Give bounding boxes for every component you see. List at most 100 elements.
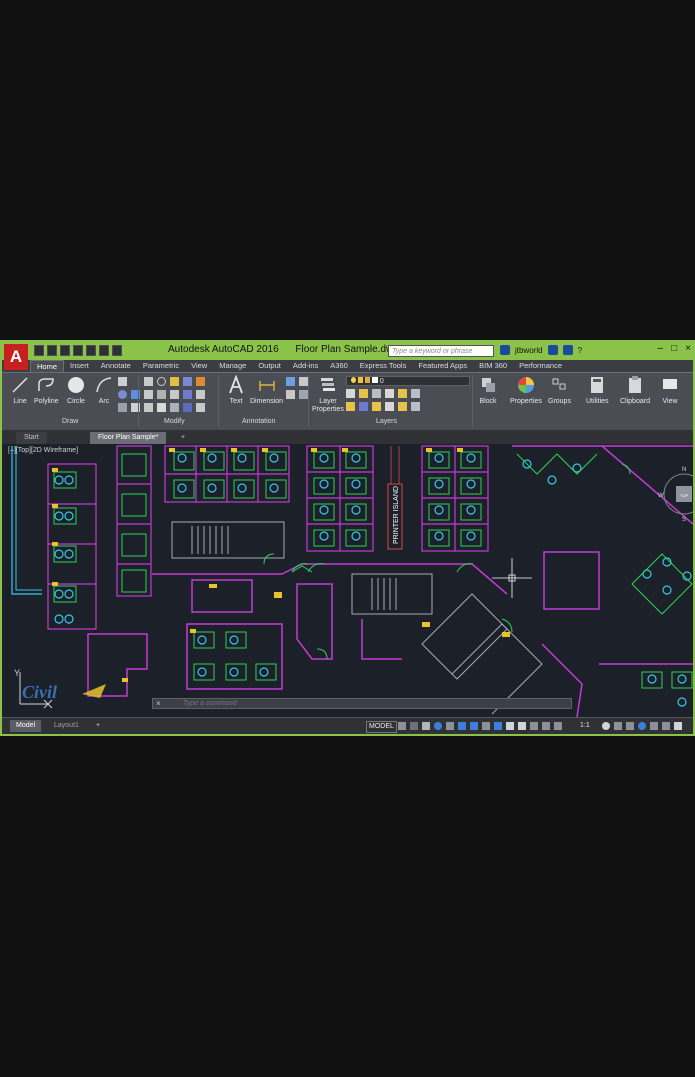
layer-tool-11-icon[interactable] [398,402,407,411]
open-icon[interactable] [47,345,57,356]
annotation-scale[interactable]: 1:1 [580,722,590,729]
block-button[interactable]: Block [478,375,498,406]
tab-annotate[interactable]: Annotate [95,360,137,372]
layer-dropdown[interactable]: 0 [346,376,470,386]
polar-icon[interactable] [434,722,442,730]
clean-screen-icon[interactable] [650,722,658,730]
new-icon[interactable] [34,345,44,356]
dimension-button[interactable]: Dimension [250,375,283,406]
explode-icon[interactable] [183,390,192,399]
lineweight-icon[interactable] [482,722,490,730]
tab-featured-apps[interactable]: Featured Apps [412,360,473,372]
ortho-icon[interactable] [422,722,430,730]
model-space-button[interactable]: MODEL [366,721,397,733]
leader-icon[interactable] [286,377,295,386]
redo-icon[interactable] [112,345,122,356]
boundary-icon[interactable] [118,403,127,412]
hatch-icon[interactable] [118,390,127,399]
plus-icon[interactable] [614,722,622,730]
plot-icon[interactable] [86,345,96,356]
hardware-acceleration-icon[interactable] [638,722,646,730]
erase-icon[interactable] [183,377,192,386]
tab-layout1[interactable]: Layout1 [48,720,85,732]
tab-parametric[interactable]: Parametric [137,360,185,372]
line-button[interactable]: Line [10,375,30,406]
quick-properties-icon[interactable] [554,722,562,730]
draw-panel-label[interactable]: Draw [62,418,78,425]
help-button[interactable]: ? [578,346,582,355]
copy-icon[interactable] [144,390,153,399]
groups-button[interactable]: Groups [548,375,571,406]
command-input[interactable] [183,699,543,708]
add-layout-button[interactable]: + [90,720,106,732]
rotate-icon[interactable] [157,377,166,386]
layer-tool-3-icon[interactable] [372,389,381,398]
tab-start[interactable]: Start [16,432,47,444]
tab-output[interactable]: Output [252,360,287,372]
join-icon[interactable] [183,403,192,412]
scale-icon[interactable] [157,403,166,412]
array-icon[interactable] [170,403,179,412]
polyline-button[interactable]: Polyline [34,375,59,406]
stretch-icon[interactable] [144,403,153,412]
fillet-icon[interactable] [170,390,179,399]
workspace-icon[interactable] [518,722,526,730]
tab-home[interactable]: Home [30,360,65,372]
table-dropdown-icon[interactable] [299,390,308,399]
leader-dropdown-icon[interactable] [299,377,308,386]
viewport-controls[interactable]: [–][Top][2D Wireframe] [8,447,78,454]
table-icon[interactable] [286,390,295,399]
layer-tool-5-icon[interactable] [398,389,407,398]
text-button[interactable]: Text [226,375,246,406]
minimize-button[interactable]: – [658,343,664,354]
viewcube-top[interactable]: TOP [680,493,688,498]
tab-express-tools[interactable]: Express Tools [354,360,413,372]
compass-north[interactable]: N [682,467,686,473]
tab-bim-360[interactable]: BIM 360 [473,360,513,372]
properties-button[interactable]: Properties [510,375,542,406]
layer-tool-8-icon[interactable] [359,402,368,411]
rectangle-icon[interactable] [118,377,127,386]
layers-panel-label[interactable]: Layers [376,418,397,425]
binoculars-icon[interactable] [500,345,510,355]
tab-view[interactable]: View [185,360,213,372]
circle-button[interactable]: Circle [66,375,86,406]
tab-performance[interactable]: Performance [513,360,568,372]
modify-panel-label[interactable]: Modify [164,418,185,425]
gear-icon[interactable] [602,722,610,730]
tab-model[interactable]: Model [10,720,42,732]
tab-insert[interactable]: Insert [64,360,95,372]
customization-icon[interactable] [662,722,670,730]
snap-icon[interactable] [410,722,418,730]
layer-tool-1-icon[interactable] [346,389,355,398]
drawing-canvas[interactable]: [–][Top][2D Wireframe] PRINTER ISLAND TO… [2,444,693,717]
layer-tool-7-icon[interactable] [346,402,355,411]
move-icon[interactable] [144,377,153,386]
annotation-visibility-icon[interactable] [494,722,502,730]
layer-tool-9-icon[interactable] [372,402,381,411]
layer-tool-4-icon[interactable] [385,389,394,398]
mirror-icon[interactable] [157,390,166,399]
maximize-button[interactable]: □ [671,343,677,354]
exchange-icon[interactable] [547,345,558,355]
tab-manage[interactable]: Manage [213,360,252,372]
tab-a360[interactable]: A360 [324,360,354,372]
new-tab-button[interactable]: + [178,432,188,444]
annotation-panel-label[interactable]: Annotation [242,418,275,425]
search-input[interactable]: Type a keyword or phrase [388,345,494,357]
save-as-icon[interactable] [73,345,83,356]
layer-tool-6-icon[interactable] [411,389,420,398]
isolate-objects-icon[interactable] [626,722,634,730]
compass-south[interactable]: S [682,517,686,523]
layer-tool-2-icon[interactable] [359,389,368,398]
full-screen-icon[interactable] [674,722,682,730]
application-menu-button[interactable]: A [4,344,28,370]
clipboard-button[interactable]: Clipboard [620,375,650,406]
units-icon[interactable] [542,722,550,730]
undo-icon[interactable] [99,345,109,356]
arc-button[interactable]: Arc [94,375,114,406]
tab-add-ins[interactable]: Add-ins [287,360,324,372]
a360-icon[interactable] [562,345,573,355]
user-name[interactable]: jtbworld [515,346,543,355]
command-close-button[interactable]: × [156,699,161,708]
